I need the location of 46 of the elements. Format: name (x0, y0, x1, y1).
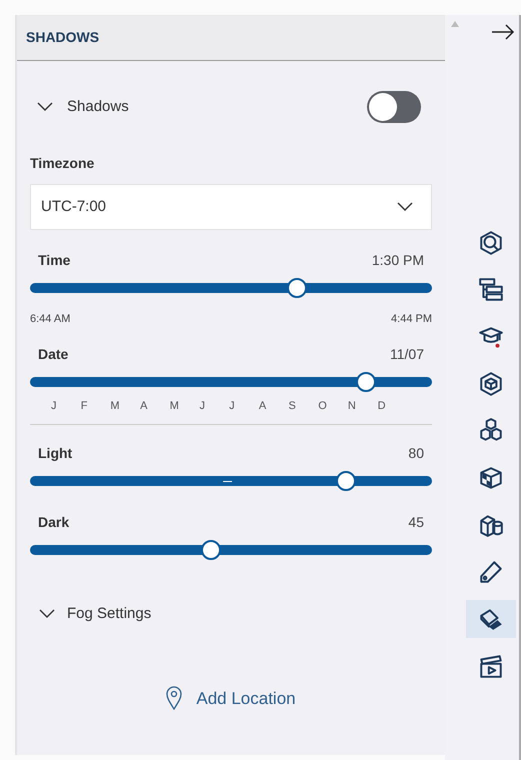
map-pin-icon (166, 686, 182, 710)
arrow-right-icon[interactable] (491, 24, 515, 40)
field-label: Timezone (29, 154, 96, 173)
month-label: N (348, 398, 357, 414)
range-min-label: 6:44 AM (30, 312, 70, 327)
month-label: M (170, 398, 180, 414)
slider-thumb[interactable] (356, 372, 376, 392)
tag-icon (478, 559, 504, 585)
add-location-button[interactable]: Add Location (166, 686, 296, 711)
timezone-dropdown[interactable]: UTC-7:00 (30, 184, 432, 230)
hexagon-magnifier-icon (478, 230, 504, 256)
hexagon-cube-icon (478, 371, 504, 397)
slider-thumb[interactable] (287, 278, 308, 298)
slider-label: Date (38, 344, 68, 364)
month-label: D (378, 398, 387, 414)
chevron-icon[interactable] (39, 609, 55, 620)
slider-thumb[interactable] (200, 540, 221, 560)
panel-title: SHADOWS (26, 28, 100, 47)
slider-thumb[interactable] (336, 471, 356, 491)
section-title: Shadows (67, 96, 129, 117)
shadows-toggle[interactable] (367, 91, 421, 123)
slider-value: 11/07 (390, 344, 424, 364)
hierarchy-icon (478, 277, 504, 303)
dropdown-chevron-icon (397, 202, 413, 212)
section-title: Fog Settings (67, 604, 152, 624)
rail-button[interactable] (466, 600, 516, 638)
month-label: O (318, 398, 328, 414)
range-max-label: 4:44 PM (391, 312, 432, 327)
checkered-cube-icon (478, 465, 504, 491)
month-label: M (110, 398, 121, 414)
month-label: J (199, 398, 206, 414)
month-label: S (288, 398, 297, 414)
track-mark (222, 481, 232, 482)
month-label: F (80, 398, 88, 414)
slider-value: 1:30 PM (372, 251, 424, 270)
slider-label: Time (38, 251, 70, 270)
month-label: A (140, 398, 148, 414)
slider-label: Dark (38, 513, 70, 532)
month-label: A (258, 398, 268, 414)
clapperboard-icon (478, 653, 504, 679)
slider-value: 45 (408, 513, 424, 532)
slider-value: 80 (408, 444, 424, 463)
slider-label: Light (38, 444, 72, 463)
month-label: J (229, 398, 236, 414)
chevron-icon[interactable] (37, 102, 53, 112)
month-label: J (51, 398, 58, 414)
